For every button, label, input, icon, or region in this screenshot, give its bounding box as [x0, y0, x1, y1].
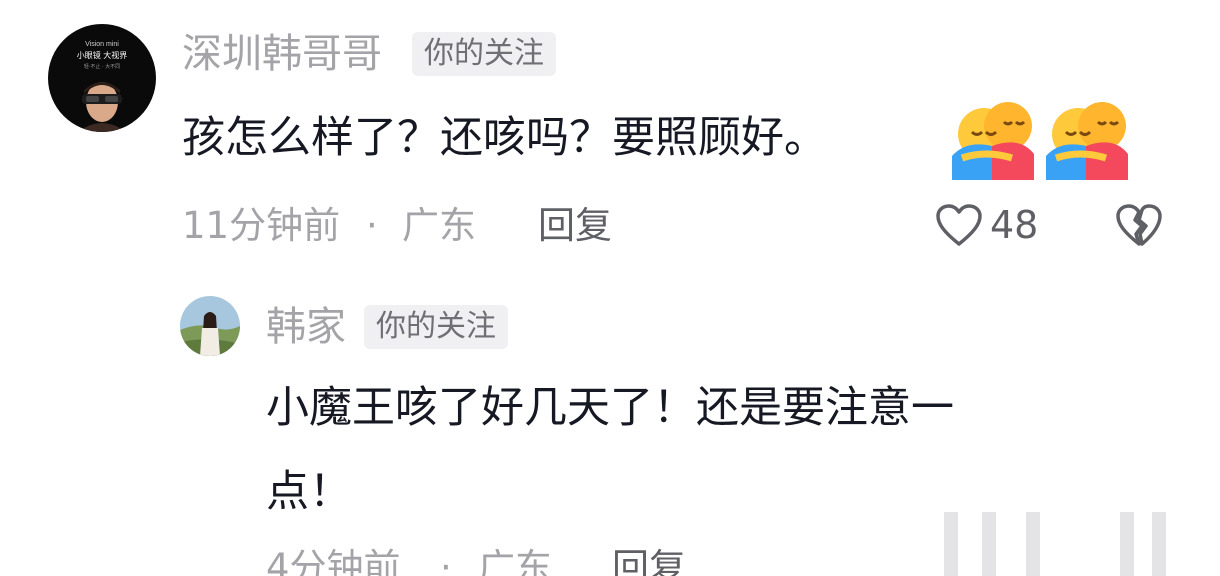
- reply-username[interactable]: 韩家: [266, 303, 346, 351]
- like-count: 48: [990, 203, 1039, 247]
- watermark-bar: [1152, 512, 1166, 576]
- reply-text-line-2: 点！: [266, 467, 352, 517]
- comment-text: 孩怎么样了？还咳吗？要照顾好。: [182, 113, 827, 163]
- watermark-bar: [982, 512, 996, 576]
- comment-section: Vision mini 小眼镜 大视界 轻·不止 · 大不同 深圳韩哥哥 你的关…: [0, 0, 1220, 576]
- follow-badge: 你的关注: [364, 305, 508, 349]
- hugging-face-emoji: [946, 96, 1038, 180]
- reply-button[interactable]: 回复: [612, 546, 686, 576]
- avatar-caption-3: 轻·不止 · 大不同: [84, 63, 120, 70]
- reply-location: 广东: [478, 546, 552, 576]
- reply-time: 4分钟前: [266, 546, 401, 576]
- reply-button[interactable]: 回复: [538, 204, 612, 248]
- watermark-bar: [1120, 512, 1134, 576]
- broken-heart-icon: [1116, 204, 1162, 246]
- follow-badge: 你的关注: [412, 32, 556, 76]
- meta-separator: ·: [440, 546, 452, 576]
- meta-separator: ·: [366, 204, 378, 247]
- comment-location: 广东: [402, 204, 476, 247]
- avatar[interactable]: Vision mini 小眼镜 大视界 轻·不止 · 大不同: [48, 24, 156, 132]
- avatar-caption-1: Vision mini: [85, 41, 119, 48]
- watermark-bar: [1026, 512, 1040, 576]
- heart-outline-icon: [936, 204, 982, 246]
- comment-time: 11分钟前: [182, 204, 341, 247]
- watermark-bar: [944, 512, 958, 576]
- like-button[interactable]: 48: [934, 202, 1038, 248]
- comment-username[interactable]: 深圳韩哥哥: [182, 30, 382, 78]
- hugging-face-emoji: [1040, 96, 1132, 180]
- dislike-button[interactable]: [1114, 202, 1164, 252]
- avatar-caption-2: 小眼镜 大视界: [77, 50, 128, 60]
- reply-text-line-1: 小魔王咳了好几天了！还是要注意一: [266, 383, 954, 433]
- reply-avatar[interactable]: [180, 296, 240, 356]
